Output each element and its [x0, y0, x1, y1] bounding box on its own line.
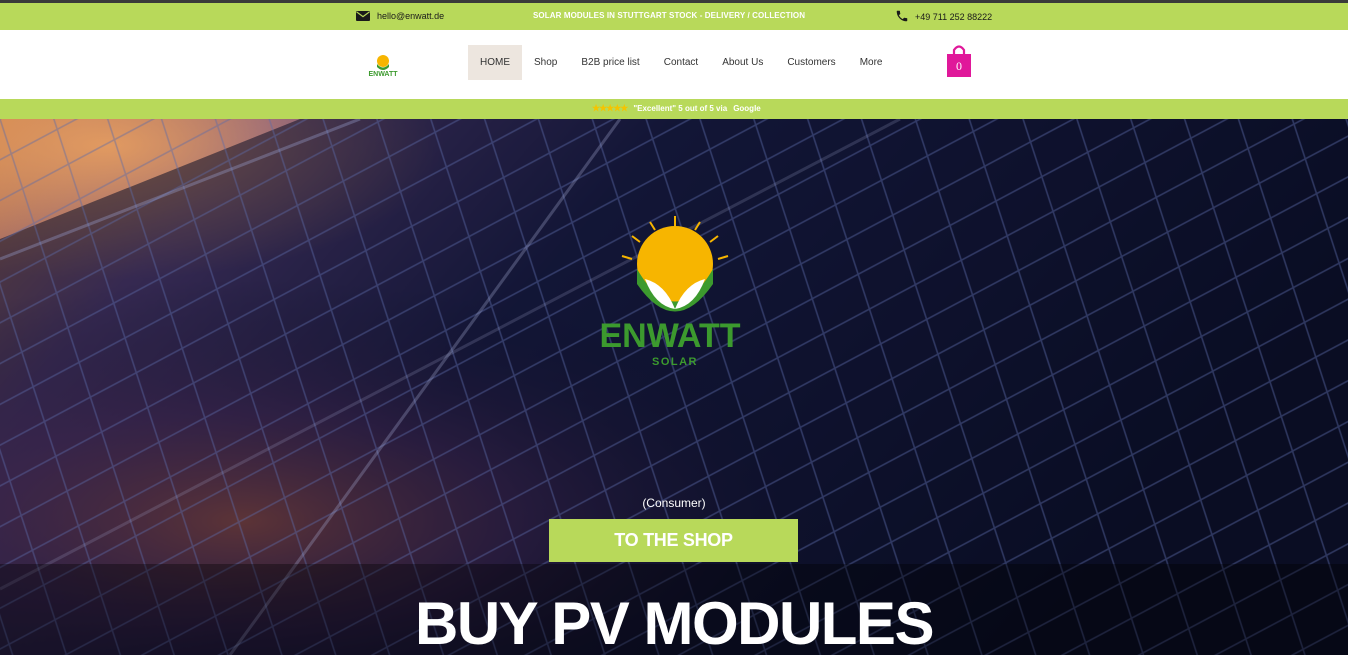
- rating-text: "Excellent" 5 out of 5 via: [633, 104, 728, 113]
- nav-item-shop[interactable]: Shop: [522, 45, 569, 80]
- top-info-bar: hello@enwatt.de SOLAR MODULES IN STUTTGA…: [0, 3, 1348, 30]
- cart-button[interactable]: 0: [946, 44, 972, 78]
- to-the-shop-button[interactable]: TO THE SHOP: [549, 519, 798, 562]
- svg-text:ENWATT: ENWATT: [368, 71, 398, 78]
- enwatt-logo: ENWATT SOLAR: [599, 216, 741, 368]
- logo-wordmark: ENWATT: [599, 317, 740, 355]
- consumer-label: (Consumer): [642, 496, 706, 510]
- envelope-icon: [356, 11, 370, 21]
- header-logo[interactable]: ENWATT: [368, 51, 398, 81]
- rating-source: Google: [733, 104, 761, 113]
- email-text: hello@enwatt.de: [377, 11, 445, 21]
- phone-icon: [896, 10, 908, 22]
- hero-section: ENWATT SOLAR (Consumer) TO THE SHOP BUY …: [0, 119, 1348, 655]
- main-nav: HOME Shop B2B price list Contact About U…: [468, 45, 894, 80]
- phone-link[interactable]: +49 711 252 88222: [895, 9, 992, 23]
- site-header: ENWATT HOME Shop B2B price list Contact …: [0, 30, 1348, 99]
- logo-subtext: SOLAR: [652, 356, 698, 368]
- promo-text: SOLAR MODULES IN STUTTGART STOCK - DELIV…: [533, 11, 806, 20]
- rating-stars: ★★★★★: [592, 103, 628, 113]
- nav-item-home[interactable]: HOME: [468, 45, 522, 80]
- google-rating[interactable]: ★★★★★ "Excellent" 5 out of 5 via Google: [592, 103, 761, 114]
- nav-item-about-us[interactable]: About Us: [710, 45, 775, 80]
- hero-headline: BUY PV MODULES: [415, 590, 934, 655]
- phone-text: +49 711 252 88222: [915, 12, 993, 22]
- nav-item-b2b-price-list[interactable]: B2B price list: [569, 45, 651, 80]
- email-link[interactable]: hello@enwatt.de: [356, 11, 444, 21]
- nav-item-customers[interactable]: Customers: [775, 45, 847, 80]
- nav-item-more[interactable]: More: [848, 45, 895, 80]
- cart-count: 0: [956, 59, 962, 73]
- nav-item-contact[interactable]: Contact: [652, 45, 710, 80]
- rating-bar: ★★★★★ "Excellent" 5 out of 5 via Google: [0, 99, 1348, 119]
